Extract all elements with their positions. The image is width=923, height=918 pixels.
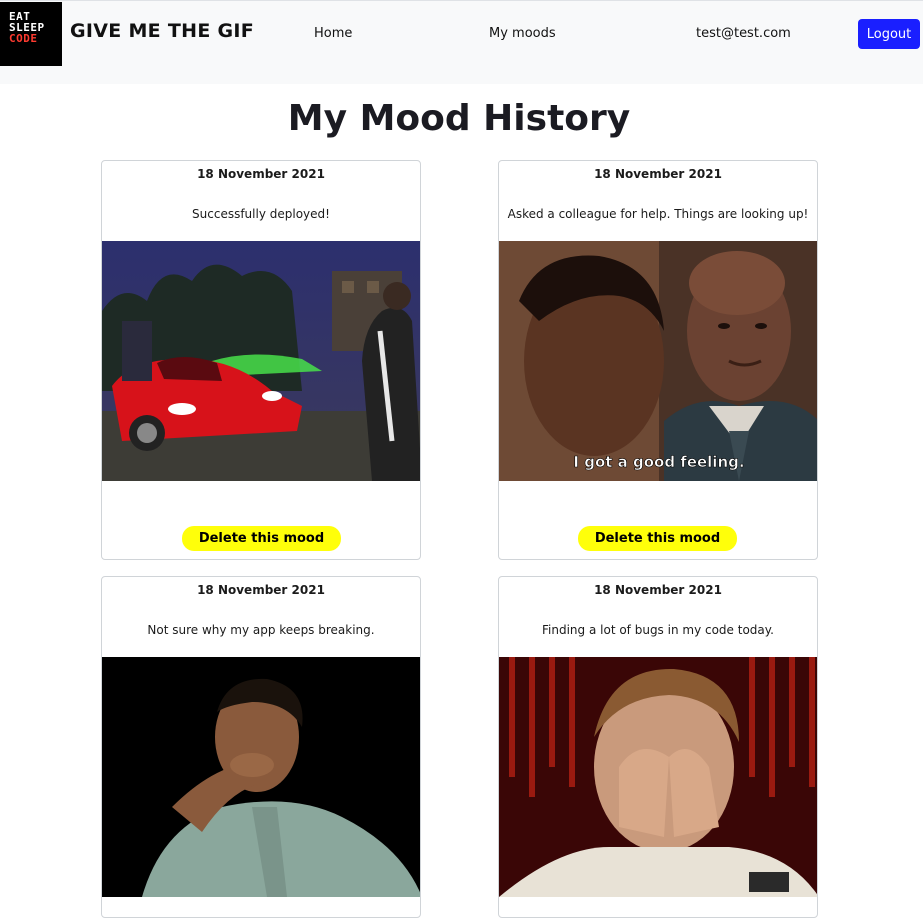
- mood-text: Finding a lot of bugs in my code today.: [542, 623, 774, 637]
- mood-date: 18 November 2021: [197, 167, 325, 181]
- mood-gif: [102, 241, 420, 481]
- page-title: My Mood History: [287, 98, 631, 139]
- mood-text: Asked a colleague for help. Things are l…: [507, 207, 809, 221]
- mood-card: 18 November 2021 Successfully deployed!: [101, 160, 421, 560]
- mood-text: Successfully deployed!: [192, 207, 330, 221]
- delete-mood-button[interactable]: Delete this mood: [182, 526, 341, 551]
- svg-text:I got a good feeling.: I got a good feeling.: [573, 453, 744, 471]
- mood-card: 18 November 2021 Not sure why my app kee…: [101, 576, 421, 918]
- delete-mood-button[interactable]: Delete this mood: [578, 526, 737, 551]
- mood-date: 18 November 2021: [197, 583, 325, 597]
- logo[interactable]: EAT SLEEP CODE: [0, 2, 62, 66]
- mood-gif: [499, 657, 817, 897]
- mood-card: 18 November 2021 Finding a lot of bugs i…: [498, 576, 818, 918]
- user-email: test@test.com: [696, 26, 791, 41]
- nav-link-home[interactable]: Home: [314, 26, 352, 41]
- nav-link-my-moods[interactable]: My moods: [489, 26, 556, 41]
- brand-name[interactable]: GIVE ME THE GIF: [70, 20, 254, 42]
- mood-gif: [102, 657, 420, 897]
- mood-text: Not sure why my app keeps breaking.: [147, 623, 375, 637]
- logo-line-code: CODE: [9, 32, 38, 45]
- gif-caption: I got a good feeling.: [573, 453, 745, 472]
- mood-date: 18 November 2021: [594, 167, 722, 181]
- navbar: EAT SLEEP CODE GIVE ME THE GIF Home My m…: [0, 0, 923, 84]
- logout-button[interactable]: Logout: [858, 19, 920, 49]
- mood-card: 18 November 2021 Asked a colleague for h…: [498, 160, 818, 560]
- mood-date: 18 November 2021: [594, 583, 722, 597]
